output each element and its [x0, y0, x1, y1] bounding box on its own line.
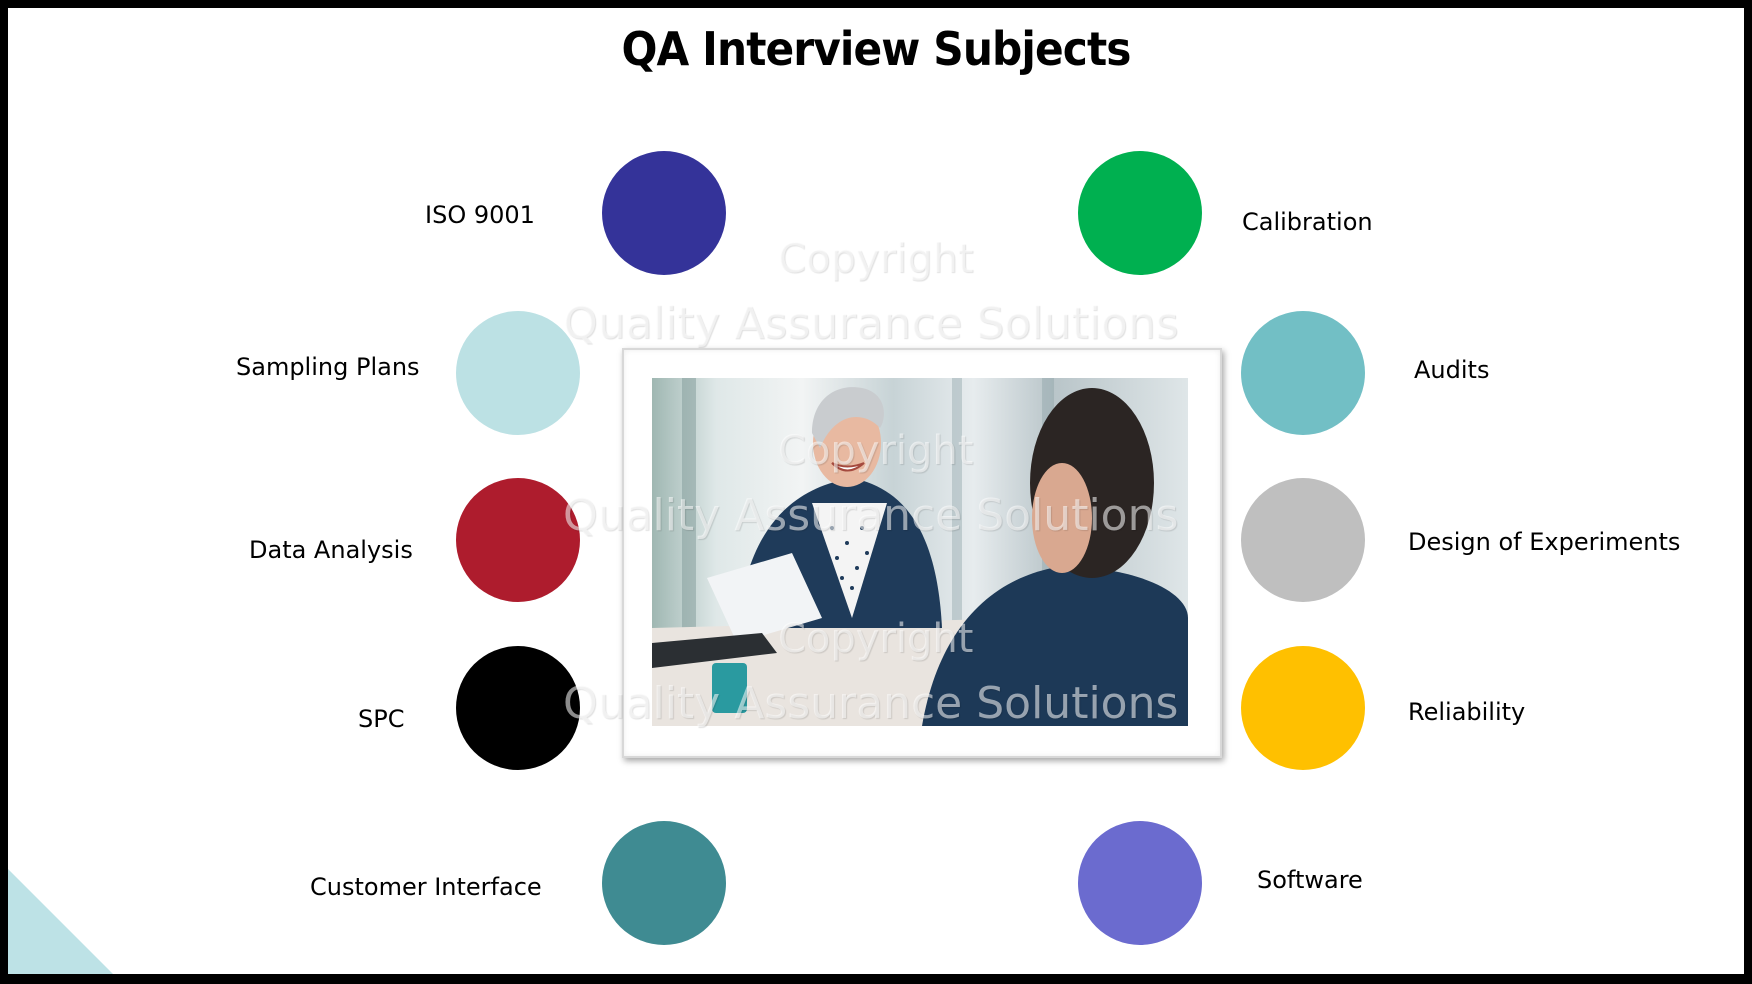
photo-frame: [622, 348, 1222, 758]
subject-label-reliability: Reliability: [1408, 698, 1526, 726]
subject-circle-calibration: [1078, 151, 1202, 275]
subject-label-software: Software: [1257, 866, 1363, 894]
subject-circle-design-of-experiments: [1241, 478, 1365, 602]
subject-label-iso-9001: ISO 9001: [425, 201, 535, 229]
corner-accent-triangle: [8, 869, 113, 974]
subject-label-customer-interface: Customer Interface: [310, 873, 542, 901]
subject-label-sampling-plans: Sampling Plans: [236, 353, 420, 381]
subject-label-spc: SPC: [358, 705, 405, 733]
interview-photo-illustration: [652, 378, 1188, 726]
subject-circle-audits: [1241, 311, 1365, 435]
watermark-qas-top: Quality Assurance Solutions: [563, 298, 1179, 349]
subject-circle-spc: [456, 646, 580, 770]
slide-title: QA Interview Subjects: [621, 22, 1131, 76]
subject-label-design-of-experiments: Design of Experiments: [1408, 528, 1681, 556]
subject-label-audits: Audits: [1414, 356, 1490, 384]
watermark-copyright-top: Copyright: [778, 236, 974, 282]
subject-circle-customer-interface: [602, 821, 726, 945]
subject-label-data-analysis: Data Analysis: [249, 536, 413, 564]
interview-photo: [652, 378, 1188, 726]
subject-circle-software: [1078, 821, 1202, 945]
subject-circle-sampling-plans: [456, 311, 580, 435]
slide: QA Interview Subjects ISO 9001 Sampling …: [8, 8, 1744, 974]
subject-circle-data-analysis: [456, 478, 580, 602]
subject-circle-iso-9001: [602, 151, 726, 275]
subject-label-calibration: Calibration: [1242, 208, 1373, 236]
subject-circle-reliability: [1241, 646, 1365, 770]
